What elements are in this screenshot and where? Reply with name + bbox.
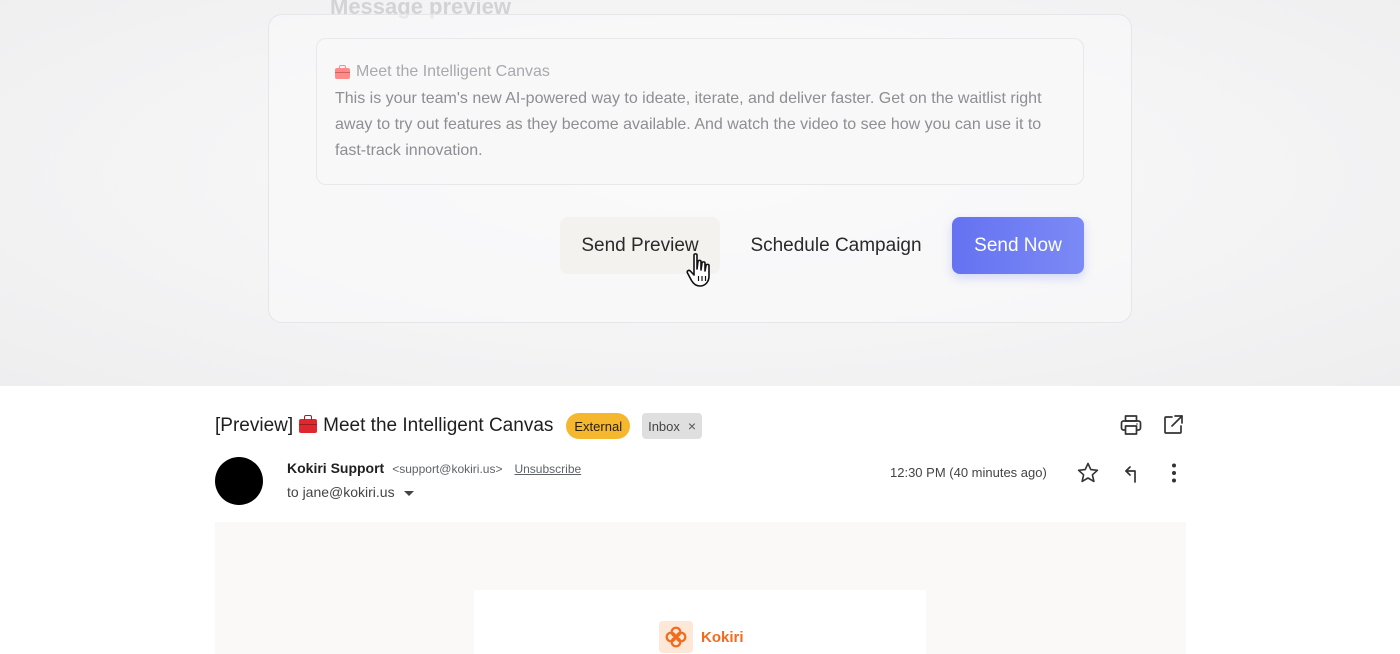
more-vertical-icon[interactable] (1162, 461, 1186, 485)
brand-name: Kokiri (701, 628, 744, 646)
remove-label-icon[interactable]: × (688, 418, 696, 434)
preview-subject-text: Meet the Intelligent Canvas (356, 63, 550, 80)
recipient-details-toggle[interactable]: to jane@kokiri.us (287, 484, 414, 500)
open-in-new-icon[interactable] (1161, 413, 1185, 437)
preview-body: This is your team's new AI-powered way t… (335, 90, 1042, 159)
sender-email: <support@kokiri.us> (392, 462, 503, 476)
campaign-composer-panel: Message preview Meet the Intelligent Can… (0, 0, 1400, 386)
email-subject-line: [Preview] Meet the Intelligent Canvas Ex… (215, 412, 703, 440)
subject-text: Meet the Intelligent Canvas (323, 415, 554, 436)
inbox-label-badge[interactable]: Inbox × (642, 413, 703, 439)
external-label-badge: External (566, 413, 631, 439)
kokiri-logo-icon (659, 621, 693, 653)
send-now-button[interactable]: Send Now (952, 217, 1084, 274)
reply-icon[interactable] (1120, 461, 1144, 485)
unsubscribe-link[interactable]: Unsubscribe (514, 462, 581, 476)
email-brand-header: Kokiri (659, 621, 744, 653)
sender-info: Kokiri Support <support@kokiri.us> Unsub… (287, 460, 581, 476)
subject-prefix: [Preview] (215, 415, 294, 436)
schedule-campaign-button[interactable]: Schedule Campaign (728, 217, 944, 274)
sender-avatar (215, 457, 263, 505)
inbox-label-text: Inbox (648, 418, 680, 434)
star-icon[interactable] (1076, 461, 1100, 485)
print-icon[interactable] (1119, 413, 1143, 437)
email-timestamp: 12:30 PM (40 minutes ago) (890, 465, 1047, 480)
recipient-text: to jane@kokiri.us (287, 484, 395, 500)
chevron-down-icon (403, 490, 414, 496)
email-subject: [Preview] Meet the Intelligent Canvas (215, 415, 553, 437)
toolbox-emoji-icon (299, 415, 318, 433)
toolbox-emoji-icon (335, 64, 350, 79)
preview-subject: Meet the Intelligent Canvas (335, 63, 550, 81)
sender-name: Kokiri Support (287, 460, 385, 476)
hand-pointer-cursor-icon (686, 253, 710, 287)
